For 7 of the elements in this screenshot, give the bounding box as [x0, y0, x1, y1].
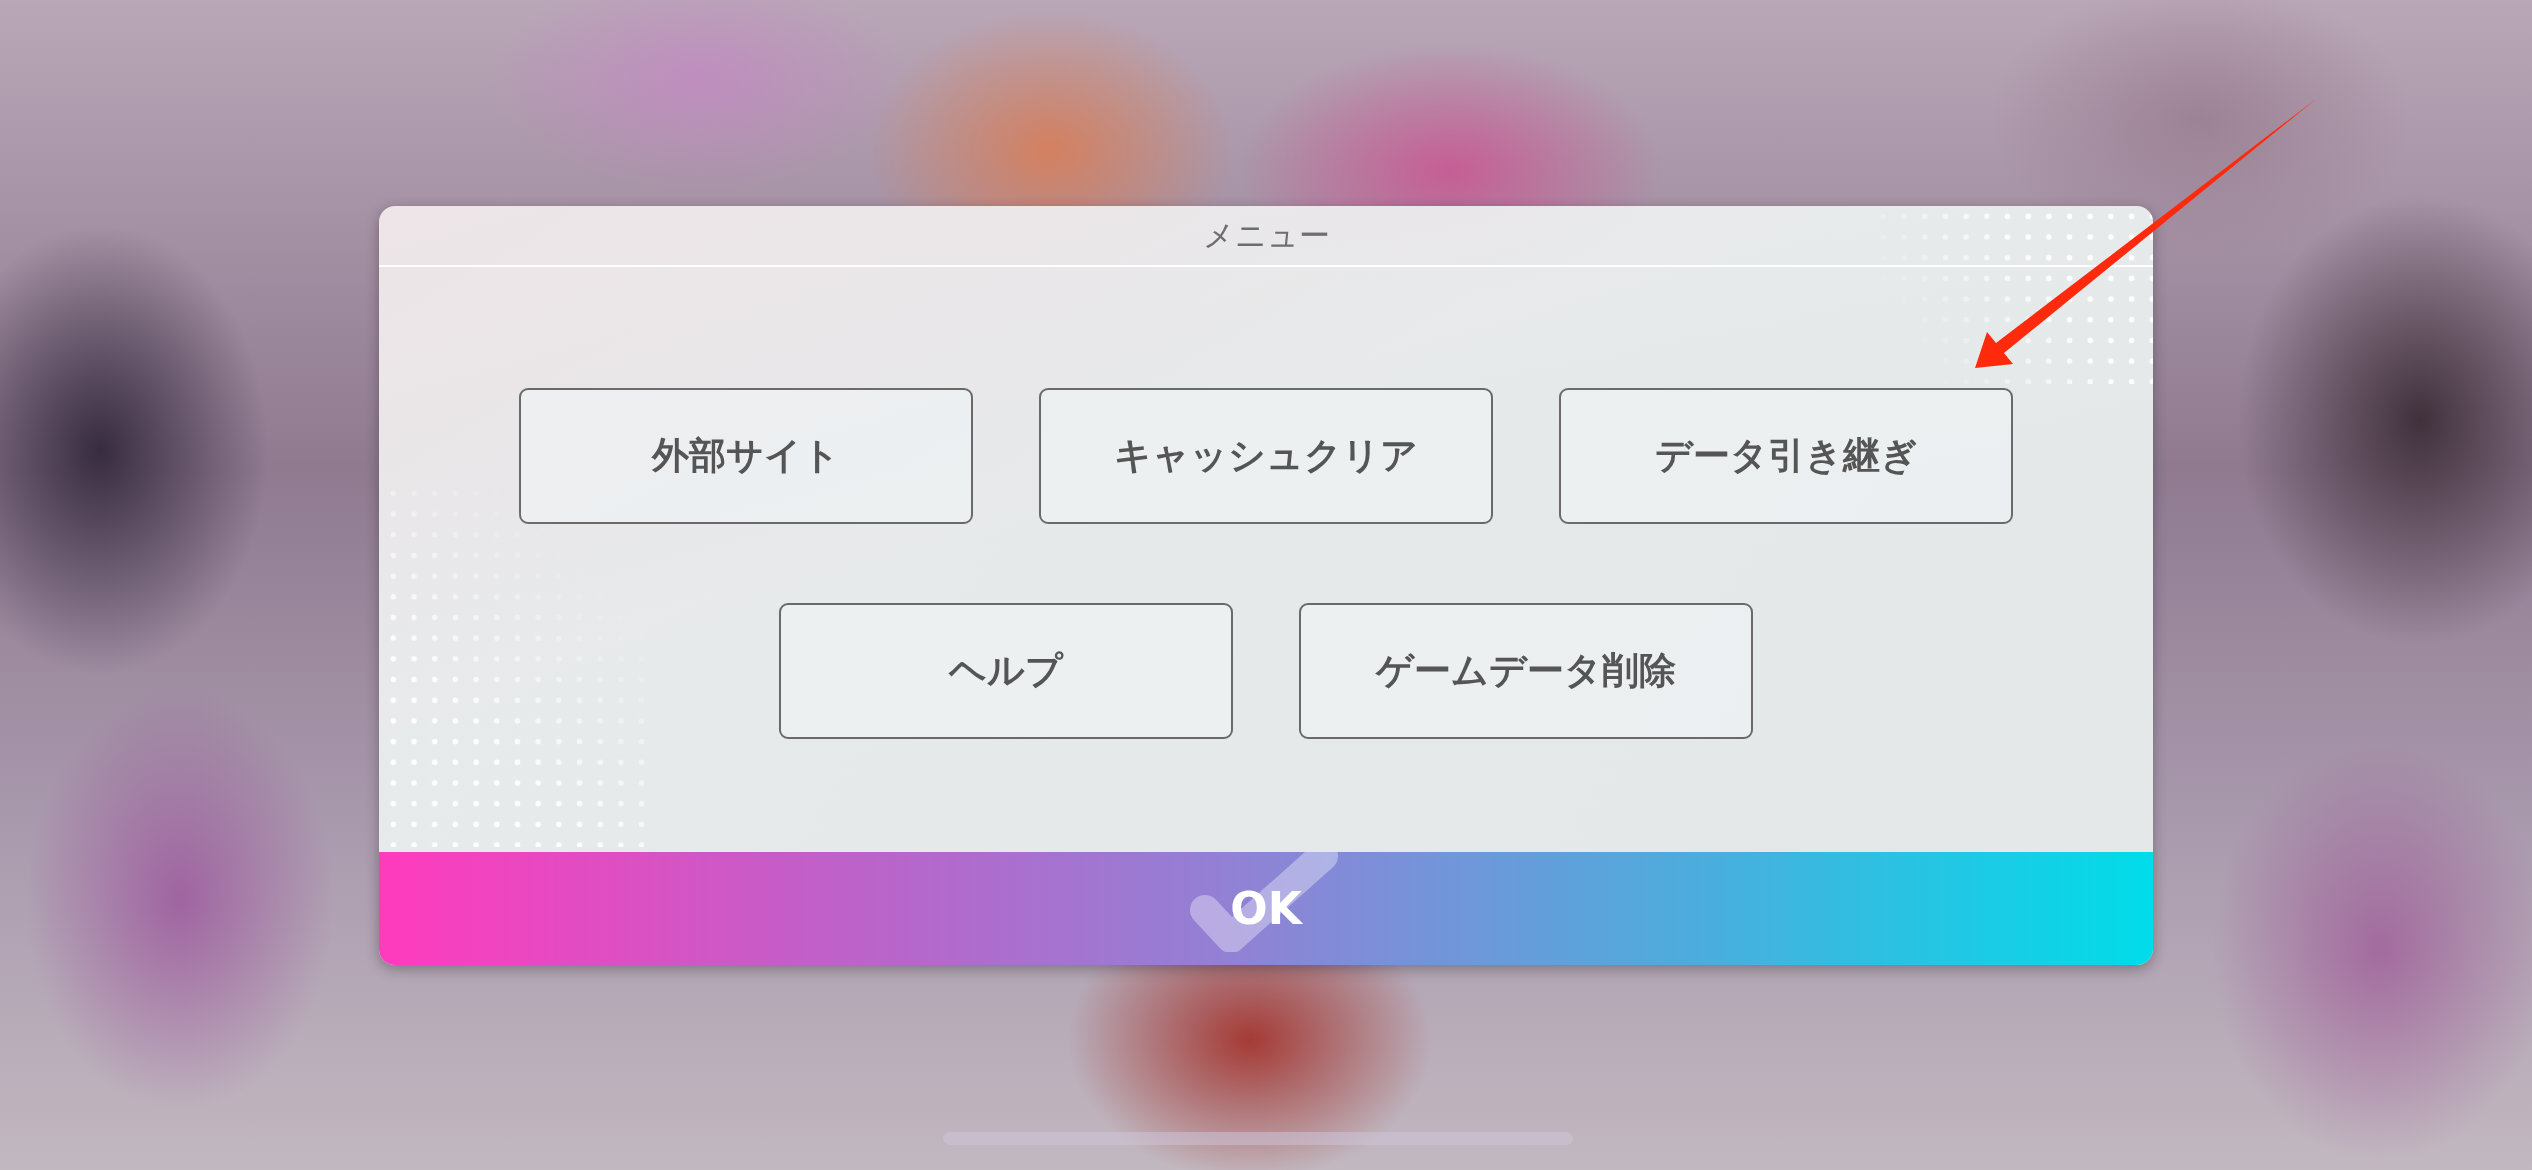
menu-button[interactable]: ゲームデータ削除 — [1299, 602, 1753, 739]
menu-button[interactable]: ヘルプ — [779, 602, 1233, 739]
menu-button[interactable]: 外部サイト — [519, 387, 973, 524]
check-icon — [1189, 851, 1339, 952]
menu-button[interactable]: データ引き継ぎ — [1559, 387, 2013, 524]
menu-button[interactable]: キャッシュクリア — [1039, 387, 1493, 524]
dialog-title: メニュー — [1202, 217, 1330, 253]
